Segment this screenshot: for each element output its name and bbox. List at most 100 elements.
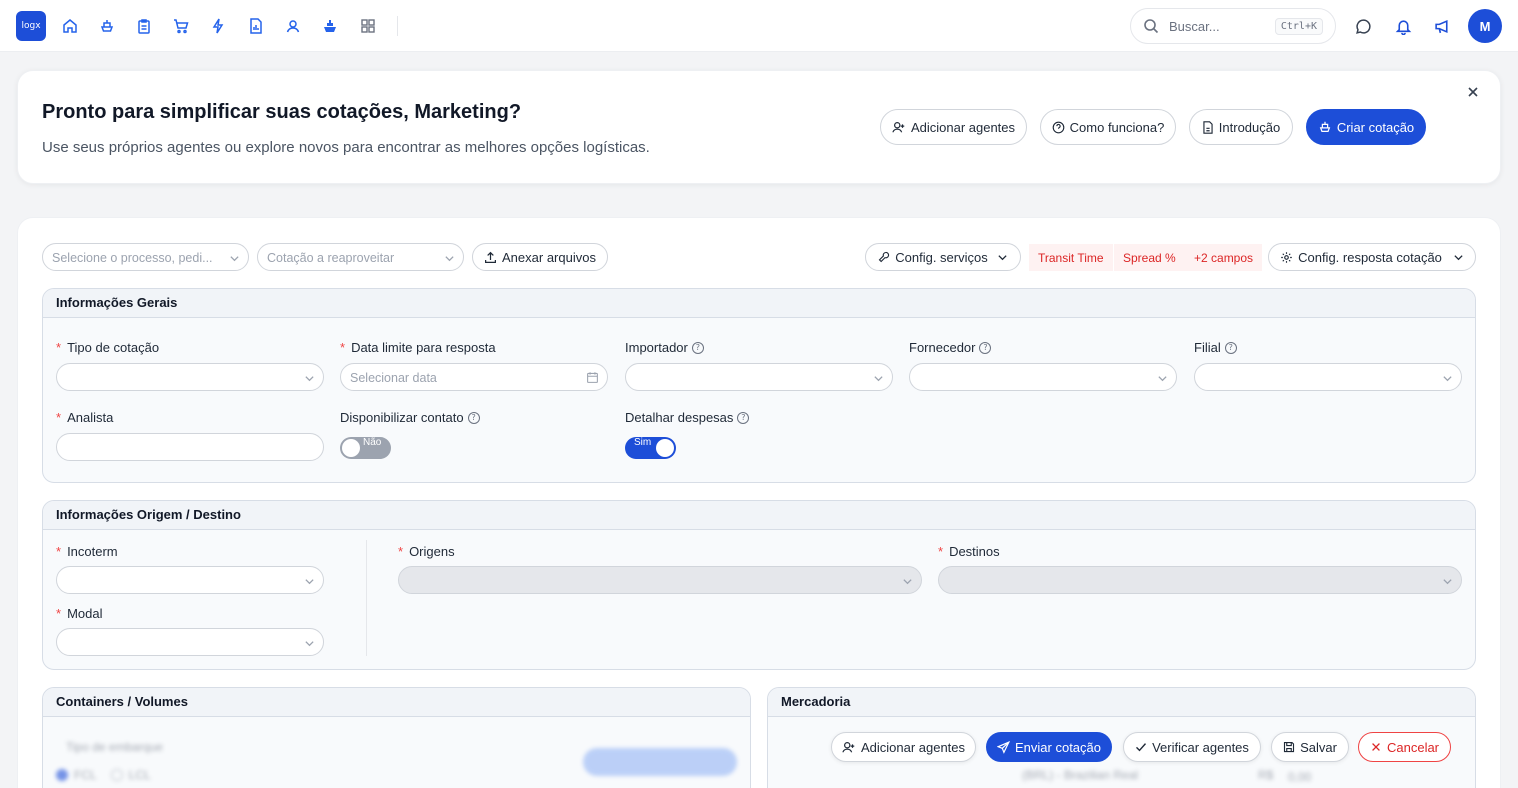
close-icon <box>1372 743 1380 751</box>
detail-expenses-toggle[interactable]: Sim <box>625 437 676 459</box>
quote-type-label: * Tipo de cotação <box>56 340 160 355</box>
incoterm-label: * Incoterm <box>56 544 118 559</box>
deadline-placeholder: Selecionar data <box>350 371 437 385</box>
supplier-select[interactable] <box>909 363 1177 391</box>
toggle-knob <box>342 439 360 457</box>
deadline-label: * Data limite para resposta <box>340 340 496 355</box>
help-circle-icon <box>1052 121 1065 133</box>
verify-agents-button[interactable]: Verificar agentes <box>1123 732 1261 762</box>
clipboard-icon[interactable] <box>133 15 155 37</box>
save-icon <box>1284 741 1295 753</box>
amount-input[interactable]: 0,00 <box>1288 770 1311 784</box>
importer-select[interactable] <box>625 363 893 391</box>
user-avatar[interactable]: M <box>1468 9 1502 43</box>
help-icon: ? <box>737 411 750 424</box>
create-quote-button[interactable]: Criar cotação <box>1306 109 1426 145</box>
load-type-radio-group[interactable]: FCL LCL <box>56 768 151 782</box>
help-icon: ? <box>691 341 704 354</box>
reuse-quote-placeholder: Cotação a reaproveitar <box>267 251 395 265</box>
radio-lcl-label: LCL <box>128 768 151 782</box>
origin-destination-title: Informações Origem / Destino <box>43 501 1475 530</box>
containers-title: Containers / Volumes <box>43 688 750 717</box>
footer-add-agents-button[interactable]: Adicionar agentes <box>831 732 976 762</box>
config-response-button[interactable]: Config. resposta cotação <box>1268 243 1476 271</box>
detail-expenses-label: Detalhar despesas? <box>625 410 750 425</box>
process-select[interactable]: Selecione o processo, pedi... <box>42 243 249 271</box>
megaphone-icon[interactable] <box>1431 15 1453 37</box>
home-icon[interactable] <box>59 15 81 37</box>
toggle-knob <box>656 439 674 457</box>
global-search[interactable]: Buscar... Ctrl+K <box>1130 8 1336 44</box>
chat-icon[interactable] <box>1352 15 1374 37</box>
help-icon: ? <box>979 341 992 354</box>
importer-label: Importador? <box>625 340 704 355</box>
chevron-down-icon <box>902 575 913 590</box>
document-chart-icon[interactable] <box>245 15 267 37</box>
attach-files-button[interactable]: Anexar arquivos <box>472 243 608 271</box>
analyst-input[interactable] <box>56 433 324 461</box>
close-icon[interactable] <box>1466 85 1484 103</box>
incoterm-select[interactable] <box>56 566 324 594</box>
banner-subtitle: Use seus próprios agentes ou explore nov… <box>42 139 650 156</box>
add-agents-label: Adicionar agentes <box>910 119 1016 135</box>
cart-icon[interactable] <box>170 15 192 37</box>
radio-fcl-label: FCL <box>74 768 97 782</box>
user-plus-icon <box>842 742 855 753</box>
reuse-quote-select[interactable]: Cotação a reaproveitar <box>257 243 464 271</box>
share-contact-toggle[interactable]: Não <box>340 437 391 459</box>
tag-spread: Spread % <box>1114 244 1185 271</box>
chevron-down-icon <box>873 372 884 387</box>
wrench-icon <box>878 251 890 263</box>
tag-more-fields[interactable]: +2 campos <box>1185 244 1263 271</box>
chevron-down-icon <box>1442 372 1453 387</box>
send-quote-label: Enviar cotação <box>1015 739 1101 755</box>
chevron-down-icon <box>229 252 240 267</box>
vessel-icon[interactable] <box>319 15 341 37</box>
grid-icon[interactable] <box>357 15 379 37</box>
bell-icon[interactable] <box>1392 15 1414 37</box>
cancel-label: Cancelar <box>1386 739 1440 755</box>
section-divider <box>366 540 367 656</box>
modal-select[interactable] <box>56 628 324 656</box>
cancel-button[interactable]: Cancelar <box>1358 732 1451 762</box>
app-logo[interactable]: logx <box>16 11 46 41</box>
chevron-down-icon <box>1442 575 1453 590</box>
process-select-placeholder: Selecione o processo, pedi... <box>52 251 213 265</box>
share-contact-value: Não <box>363 437 382 448</box>
destinations-label: * Destinos <box>938 544 1000 559</box>
share-contact-label: Disponibilizar contato? <box>340 410 480 425</box>
verify-agents-label: Verificar agentes <box>1152 739 1249 755</box>
how-it-works-label: Como funciona? <box>1069 119 1165 135</box>
introduction-button[interactable]: Introdução <box>1189 109 1293 145</box>
detail-expenses-value: Sim <box>634 437 652 448</box>
branch-label: Filial? <box>1194 340 1237 355</box>
add-agents-button[interactable]: Adicionar agentes <box>880 109 1027 145</box>
destinations-select[interactable] <box>938 566 1462 594</box>
bolt-icon[interactable] <box>207 15 229 37</box>
create-quote-label: Criar cotação <box>1336 119 1415 135</box>
config-services-button[interactable]: Config. serviços <box>865 243 1021 271</box>
currency-select[interactable]: (BRL) - Brazilian Real <box>1022 768 1138 782</box>
quote-type-select[interactable] <box>56 363 324 391</box>
send-quote-button[interactable]: Enviar cotação <box>986 732 1112 762</box>
save-button[interactable]: Salvar <box>1271 732 1349 762</box>
deadline-date-picker[interactable]: Selecionar data <box>340 363 608 391</box>
search-shortcut-badge: Ctrl+K <box>1274 18 1323 35</box>
help-icon: ? <box>467 411 480 424</box>
radio-lcl <box>110 769 123 781</box>
analyst-label: * Analista <box>56 410 114 425</box>
introduction-label: Introdução <box>1218 119 1281 135</box>
chevron-down-icon <box>444 252 455 267</box>
modal-label: * Modal <box>56 606 103 621</box>
check-icon <box>1136 743 1147 752</box>
ship-icon[interactable] <box>96 15 118 37</box>
general-info-title: Informações Gerais <box>43 289 1475 318</box>
chevron-down-icon <box>1454 254 1463 260</box>
containers-action-button[interactable] <box>583 748 737 776</box>
how-it-works-button[interactable]: Como funciona? <box>1040 109 1176 145</box>
radio-fcl-selected <box>56 769 68 781</box>
user-badge-icon[interactable] <box>282 15 304 37</box>
goods-title: Mercadoria <box>768 688 1475 717</box>
origins-select[interactable] <box>398 566 922 594</box>
branch-select[interactable] <box>1194 363 1462 391</box>
